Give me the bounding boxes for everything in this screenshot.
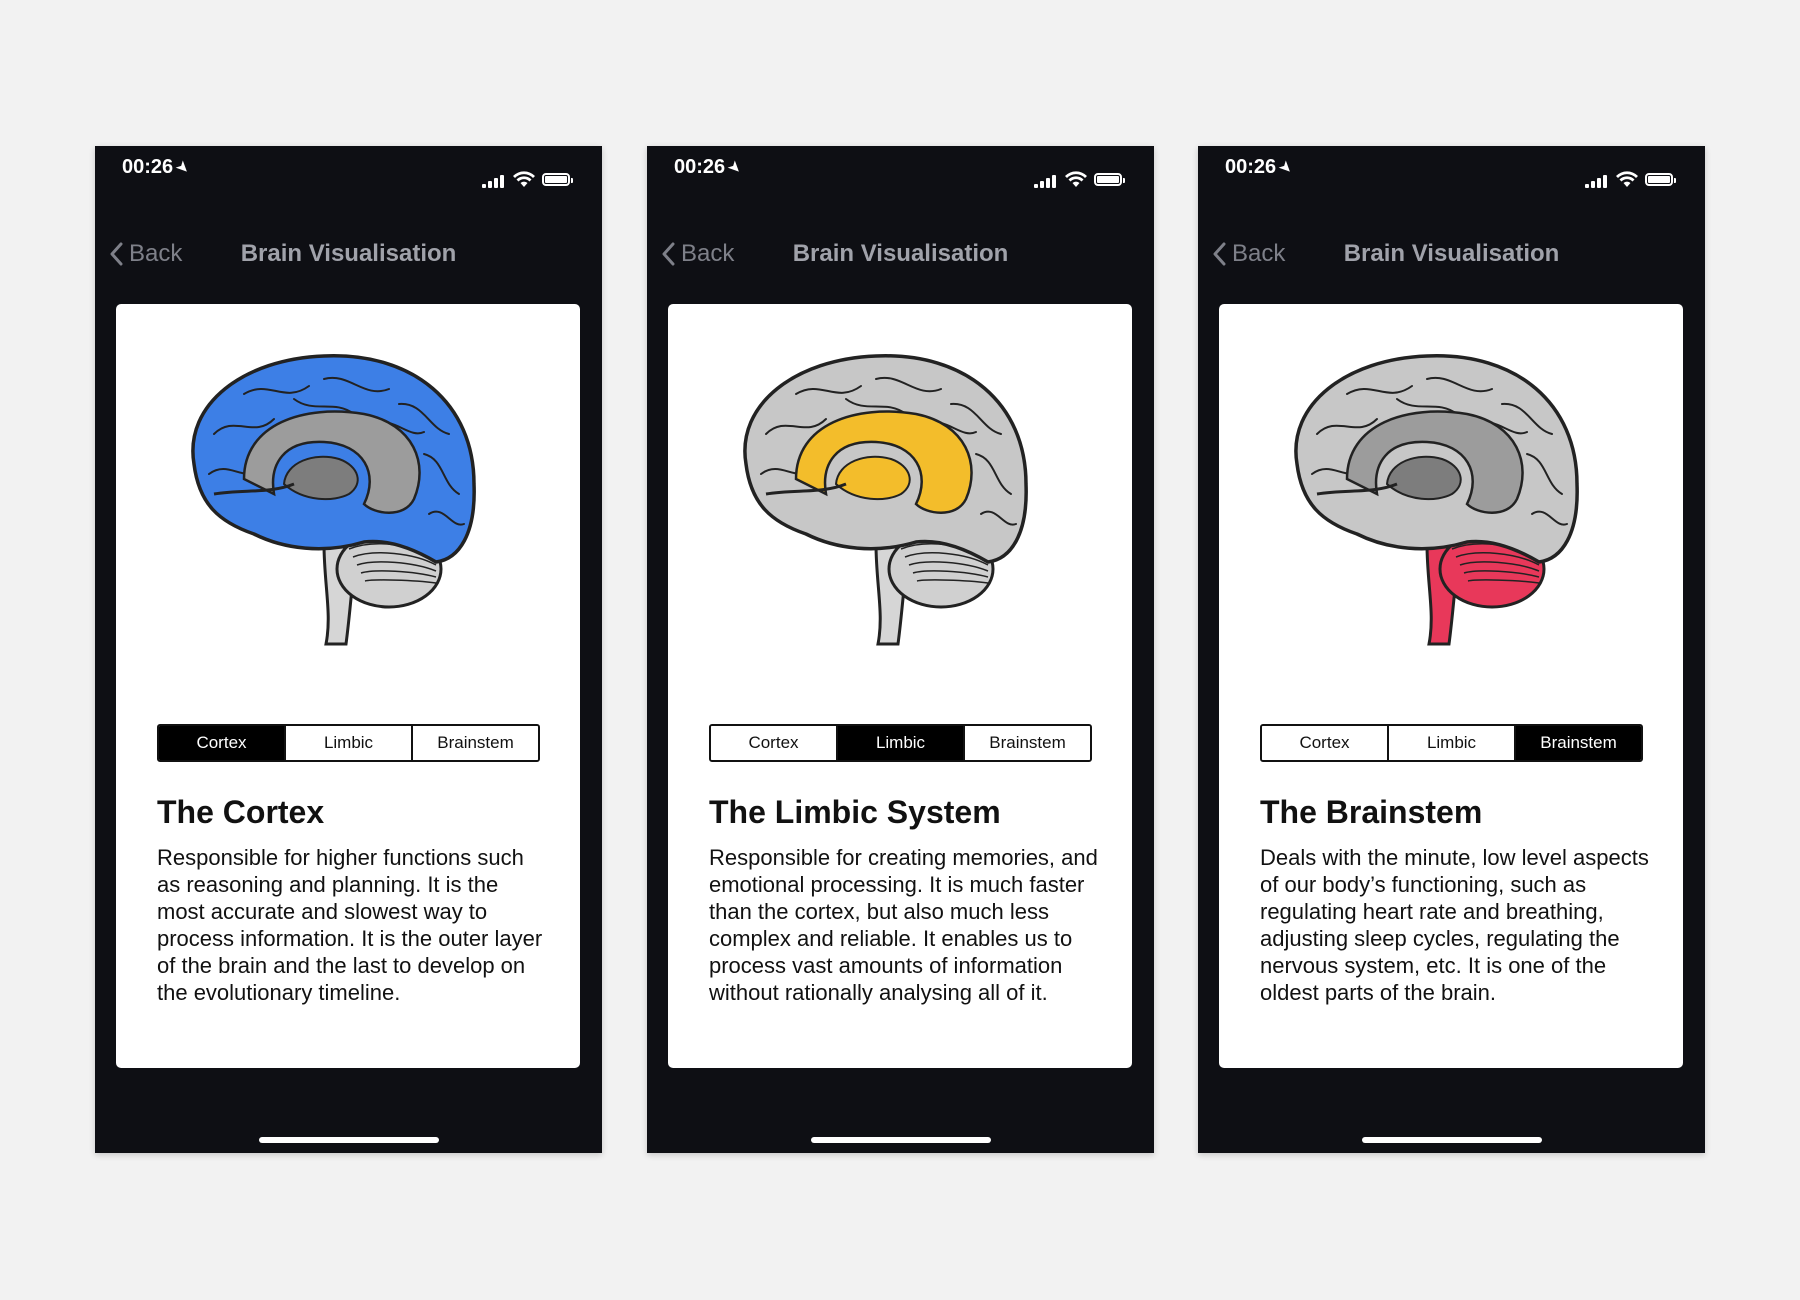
cellular-signal-icon [482, 174, 506, 188]
status-time: 00:26➤ [1225, 156, 1297, 178]
segment-cortex[interactable]: Cortex [159, 726, 286, 760]
phone-screen-brainstem: 00:26➤ Back Brain Visualisation Cortex L… [1198, 146, 1705, 1153]
segment-brainstem[interactable]: Brainstem [965, 726, 1090, 760]
nav-title: Brain Visualisation [792, 240, 1009, 267]
home-indicator[interactable] [258, 1137, 439, 1143]
wifi-icon [1065, 171, 1087, 187]
region-segmented-control[interactable]: Cortex Limbic Brainstem [709, 724, 1092, 762]
segment-limbic[interactable]: Limbic [838, 726, 965, 760]
brain-illustration [191, 354, 476, 646]
segment-brainstem[interactable]: Brainstem [413, 726, 538, 760]
region-segmented-control[interactable]: Cortex Limbic Brainstem [157, 724, 540, 762]
phone-screen-cortex: 00:26➤ Back Brain Visualisation Cortex L… [95, 146, 602, 1153]
segment-cortex[interactable]: Cortex [1262, 726, 1389, 760]
status-icons [482, 170, 582, 190]
content-card: Cortex Limbic Brainstem The Brainstem De… [1219, 304, 1683, 1068]
segment-cortex[interactable]: Cortex [711, 726, 838, 760]
wifi-icon [1616, 171, 1638, 187]
region-description: Responsible for creating memories, and e… [709, 845, 1098, 1005]
segment-limbic[interactable]: Limbic [1389, 726, 1516, 760]
region-segmented-control[interactable]: Cortex Limbic Brainstem [1260, 724, 1643, 762]
content-card: Cortex Limbic Brainstem The Limbic Syste… [668, 304, 1132, 1068]
location-arrow-icon: ➤ [173, 157, 194, 177]
status-time: 00:26➤ [122, 156, 194, 178]
location-arrow-icon: ➤ [725, 157, 746, 177]
home-indicator[interactable] [1361, 1137, 1542, 1143]
battery-icon [542, 173, 573, 186]
status-icons [1585, 170, 1685, 190]
region-description: Deals with the minute, low level aspects… [1260, 845, 1649, 1005]
nav-title: Brain Visualisation [240, 240, 457, 267]
location-arrow-icon: ➤ [1276, 157, 1297, 177]
segment-limbic[interactable]: Limbic [286, 726, 413, 760]
wifi-icon [513, 171, 535, 187]
phone-screen-limbic: 00:26➤ Back Brain Visualisation Cortex L… [647, 146, 1154, 1153]
nav-title: Brain Visualisation [1343, 240, 1560, 267]
region-title: The Brainstem [1260, 794, 1483, 830]
battery-icon [1645, 173, 1676, 186]
cellular-signal-icon [1034, 174, 1058, 188]
region-description: Responsible for higher functions such as… [157, 845, 543, 1005]
cellular-signal-icon [1585, 174, 1609, 188]
status-icons [1034, 170, 1134, 190]
battery-icon [1094, 173, 1125, 186]
content-card: Cortex Limbic Brainstem The Cortex Respo… [116, 304, 580, 1068]
brain-illustration [1294, 354, 1579, 646]
region-title: The Limbic System [709, 794, 1001, 830]
brain-illustration [743, 354, 1028, 646]
segment-brainstem[interactable]: Brainstem [1516, 726, 1641, 760]
status-time: 00:26➤ [674, 156, 746, 178]
region-title: The Cortex [157, 794, 325, 830]
home-indicator[interactable] [810, 1137, 991, 1143]
